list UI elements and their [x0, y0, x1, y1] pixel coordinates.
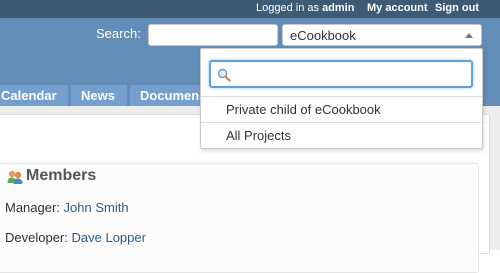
divider [201, 96, 482, 97]
role-label: Manager: [5, 200, 60, 215]
dropdown-item-private-child[interactable]: Private child of eCookbook [226, 102, 381, 117]
project-jump-select[interactable]: eCookbook [282, 24, 482, 46]
magnifier-icon [217, 68, 231, 82]
search-input[interactable] [148, 24, 278, 46]
tab-documents[interactable]: Documen [130, 85, 202, 106]
sign-out-link[interactable]: Sign out [435, 2, 479, 14]
caret-up-icon [465, 33, 473, 38]
logged-in-prefix: Logged in as [256, 2, 319, 14]
my-account-link[interactable]: My account [367, 2, 428, 14]
username[interactable]: admin [322, 2, 354, 14]
logged-in-as: Logged in as admin [256, 2, 354, 14]
dropdown-search-field[interactable] [209, 60, 473, 88]
role-line-developer: Developer: Dave Lopper [5, 230, 146, 245]
search-label: Search: [96, 26, 141, 41]
project-dropdown: Private child of eCookbook All Projects [200, 48, 483, 149]
dropdown-item-all-projects[interactable]: All Projects [226, 128, 291, 143]
project-select-value: eCookbook [290, 28, 356, 43]
role-label: Developer: [5, 230, 68, 245]
member-link[interactable]: John Smith [64, 200, 129, 215]
member-link[interactable]: Dave Lopper [72, 230, 146, 245]
top-account-bar: Logged in as admin My account Sign out [0, 0, 500, 18]
members-heading: Members [26, 167, 97, 184]
members-icon [7, 170, 23, 184]
tab-calendar[interactable]: Calendar [0, 85, 68, 106]
role-line-manager: Manager: John Smith [5, 200, 129, 215]
divider [201, 122, 482, 123]
tab-news[interactable]: News [71, 85, 127, 106]
